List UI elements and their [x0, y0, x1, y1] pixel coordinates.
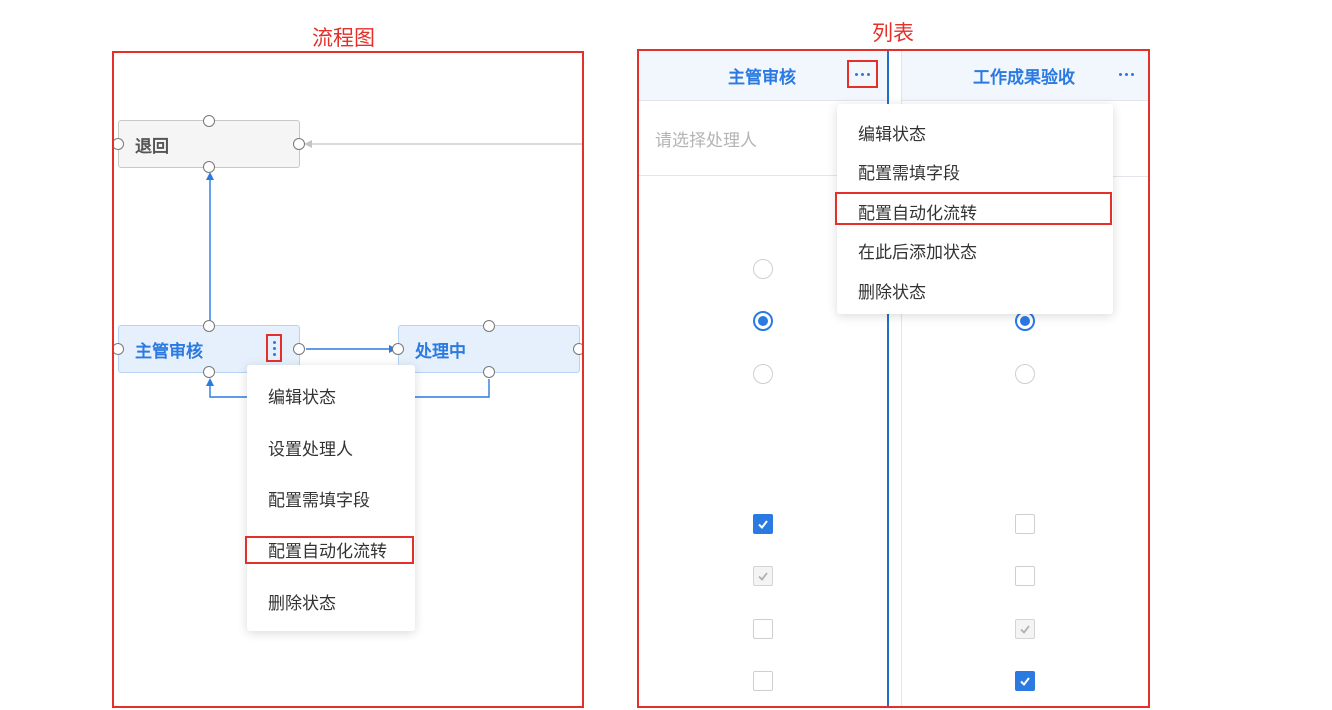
- checkbox[interactable]: [753, 619, 773, 639]
- connection-port[interactable]: [203, 161, 215, 173]
- checkbox[interactable]: [1015, 566, 1035, 586]
- column-title: 工作成果验收: [973, 68, 1075, 88]
- connection-port[interactable]: [203, 320, 215, 332]
- checkbox-checked[interactable]: [753, 514, 773, 534]
- menu-item-add-status-after[interactable]: 在此后添加状态: [837, 231, 1113, 270]
- menu-item-edit-status[interactable]: 编辑状态: [837, 112, 1113, 152]
- flow-node-context-menu: 编辑状态 设置处理人 配置需填字段 配置自动化流转 删除状态: [247, 365, 415, 631]
- checkbox[interactable]: [753, 671, 773, 691]
- connection-port[interactable]: [573, 343, 582, 355]
- checkbox-checked-disabled: [1015, 619, 1035, 639]
- flowchart-caption: 流程图: [312, 26, 375, 50]
- menu-item-config-auto-transition[interactable]: 配置自动化流转: [837, 191, 1113, 231]
- connection-port[interactable]: [114, 343, 124, 355]
- checkbox[interactable]: [1015, 514, 1035, 534]
- connection-port[interactable]: [114, 138, 124, 150]
- horizontal-more-icon[interactable]: [1113, 62, 1139, 86]
- menu-item-delete-status[interactable]: 删除状态: [837, 270, 1113, 310]
- menu-item-config-required-fields[interactable]: 配置需填字段: [247, 473, 415, 523]
- radio-button[interactable]: [1015, 364, 1035, 384]
- connection-port[interactable]: [293, 138, 305, 150]
- menu-item-edit-status[interactable]: 编辑状态: [247, 369, 415, 421]
- menu-item-config-auto-transition[interactable]: 配置自动化流转: [247, 523, 415, 575]
- connection-port[interactable]: [483, 320, 495, 332]
- column-header-work-acceptance: 工作成果验收: [902, 51, 1148, 101]
- assignee-placeholder: 请选择处理人: [655, 130, 757, 151]
- column-title: 主管审核: [728, 68, 796, 88]
- checkmark-icon: [758, 572, 768, 581]
- horizontal-more-icon[interactable]: [847, 60, 878, 88]
- flowchart-panel: 退回 主管审核 处理中 编辑状态 设置处理人 配置需填字段 配置自动化流转 删除…: [112, 51, 584, 708]
- menu-item-delete-status[interactable]: 删除状态: [247, 575, 415, 627]
- column-context-menu: 编辑状态 配置需填字段 配置自动化流转 在此后添加状态 删除状态: [837, 104, 1113, 314]
- flow-node-processing-label: 处理中: [415, 341, 466, 362]
- connection-port[interactable]: [293, 343, 305, 355]
- checkmark-icon: [758, 520, 768, 530]
- radio-button-selected[interactable]: [1015, 311, 1035, 331]
- flow-node-supervisor-review-label: 主管审核: [135, 341, 203, 362]
- checkmark-icon: [1020, 625, 1030, 634]
- radio-button-selected[interactable]: [753, 311, 773, 331]
- checkbox-checked[interactable]: [1015, 671, 1035, 691]
- menu-item-config-required-fields[interactable]: 配置需填字段: [837, 152, 1113, 191]
- list-caption: 列表: [872, 21, 914, 45]
- connection-port[interactable]: [203, 366, 215, 378]
- vertical-more-icon[interactable]: [266, 334, 282, 362]
- connection-port[interactable]: [392, 343, 404, 355]
- column-header-supervisor-review: 主管审核: [639, 51, 888, 101]
- radio-button[interactable]: [753, 364, 773, 384]
- radio-button[interactable]: [753, 259, 773, 279]
- flow-node-return-label: 退回: [135, 136, 169, 157]
- menu-item-set-assignee[interactable]: 设置处理人: [247, 421, 415, 473]
- checkbox-checked-disabled: [753, 566, 773, 586]
- connection-port[interactable]: [483, 366, 495, 378]
- list-panel: 主管审核 工作成果验收 请选择处理人 编辑状态 配置需填字段 配置自动化流转 在…: [637, 49, 1150, 708]
- connection-port[interactable]: [203, 115, 215, 127]
- checkmark-icon: [1020, 677, 1030, 687]
